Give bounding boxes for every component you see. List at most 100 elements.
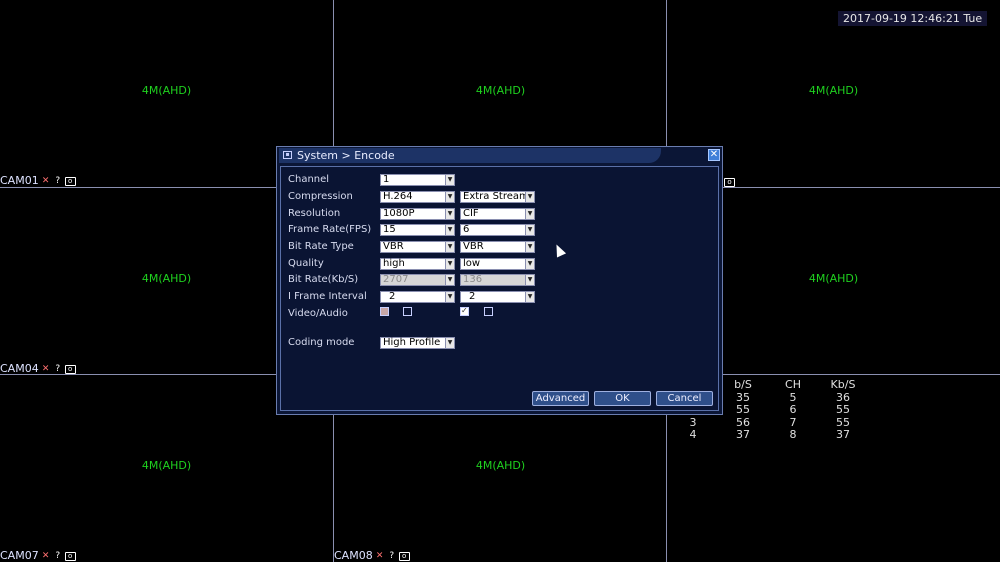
fps-label: Frame Rate(FPS) [288, 224, 372, 235]
mute-icon: ✕ [375, 550, 384, 561]
select-value: CIF [463, 208, 479, 219]
bitrate-select: 2707 ▼ [380, 274, 455, 286]
resolution-select[interactable]: 1080P ▼ [380, 208, 455, 220]
chevron-down-icon: ▼ [525, 242, 534, 252]
extra-resolution-select[interactable]: CIF ▼ [460, 208, 535, 220]
chevron-down-icon: ▼ [445, 242, 454, 252]
dialog-title-bar[interactable]: ▪ System > Encode [279, 148, 661, 163]
chevron-down-icon: ▼ [525, 192, 534, 202]
camera-label: CAM08 ✕ ? o [334, 550, 410, 562]
extra-video-checkbox[interactable] [460, 306, 469, 316]
stats-cell: 37 [736, 428, 750, 441]
stats-header-cell: b/S [734, 378, 752, 391]
select-value: 2707 [383, 274, 409, 285]
resolution-label: 4M(AHD) [475, 84, 526, 97]
select-value: 15 [383, 224, 396, 235]
mute-icon: ✕ [41, 363, 50, 374]
iframe-interval-label: I Frame Interval [288, 291, 367, 302]
question-icon: ? [389, 550, 395, 561]
chevron-down-icon: ▼ [445, 192, 454, 202]
chevron-down-icon: ▼ [525, 275, 534, 285]
mute-icon: ✕ [41, 550, 50, 561]
stats-cell: 6 [789, 403, 797, 416]
camera-label: CAM04 ✕ ? o [0, 363, 76, 375]
stats-cell: 55 [836, 403, 850, 416]
close-icon[interactable]: ✕ [708, 149, 720, 161]
main-audio-checkbox[interactable] [403, 307, 412, 316]
resolution-label: 4M(AHD) [808, 84, 859, 97]
iframe-interval-select[interactable]: 2 ▼ [380, 291, 455, 303]
camera-name: CAM04 [0, 362, 39, 375]
camera-label: o [724, 178, 735, 187]
extra-quality-select[interactable]: low ▼ [460, 258, 535, 270]
extra-compression-select[interactable]: Extra Stream ▼ [460, 191, 535, 203]
fps-select[interactable]: 15 ▼ [380, 224, 455, 236]
select-value: 6 [463, 224, 470, 235]
chevron-down-icon: ▼ [445, 338, 454, 348]
select-value: 2 [389, 291, 396, 302]
camera-name: CAM08 [334, 549, 373, 562]
cancel-button[interactable]: Cancel [656, 391, 713, 406]
extra-bitrate-select: 136 ▼ [460, 274, 535, 286]
camera-icon: o [64, 551, 76, 561]
mute-icon: ✕ [41, 175, 50, 186]
select-value: 2 [469, 291, 476, 302]
select-value: low [463, 258, 481, 269]
video-audio-label: Video/Audio [288, 308, 348, 319]
bitrate-type-select[interactable]: VBR ▼ [380, 241, 455, 253]
camera-icon: o [64, 176, 76, 186]
chevron-down-icon: ▼ [525, 209, 534, 219]
select-value: H.264 [383, 191, 413, 202]
compression-label: Compression [288, 191, 353, 202]
camera-label: CAM07 ✕ ? o [0, 550, 76, 562]
resolution-label: 4M(AHD) [141, 84, 192, 97]
chevron-down-icon: ▼ [445, 209, 454, 219]
channel-select[interactable]: 1 ▼ [380, 174, 455, 186]
main-video-checkbox [380, 307, 389, 316]
chevron-down-icon: ▼ [445, 275, 454, 285]
compression-select[interactable]: H.264 ▼ [380, 191, 455, 203]
select-value: 136 [463, 274, 483, 285]
bitrate-type-label: Bit Rate Type [288, 241, 354, 252]
datetime-display: 2017-09-19 12:46:21 Tue [838, 11, 988, 26]
quality-label: Quality [288, 258, 324, 269]
stats-row: 4 37 8 37 [668, 428, 868, 442]
camera-label: CAM01 ✕ ? o [0, 175, 76, 187]
chevron-down-icon: ▼ [525, 292, 534, 302]
stats-header-cell: Kb/S [830, 378, 856, 391]
camera-name: CAM07 [0, 549, 39, 562]
ok-button[interactable]: OK [594, 391, 651, 406]
stats-header-cell: CH [785, 378, 801, 391]
camera-icon: o [398, 551, 410, 561]
coding-mode-select[interactable]: High Profile ▼ [380, 337, 455, 349]
stats-cell: 4 [689, 428, 697, 441]
question-icon: ? [55, 550, 61, 561]
channel-label: Channel [288, 174, 330, 185]
chevron-down-icon: ▼ [445, 175, 454, 185]
select-value: 1 [383, 174, 390, 185]
chevron-down-icon: ▼ [445, 292, 454, 302]
question-icon: ? [55, 363, 61, 374]
extra-fps-select[interactable]: 6 ▼ [460, 224, 535, 236]
extra-audio-checkbox[interactable] [484, 307, 493, 316]
extra-bitrate-type-select[interactable]: VBR ▼ [460, 241, 535, 253]
stats-cell: 8 [789, 428, 797, 441]
select-value: VBR [463, 241, 484, 252]
resolution-label: 4M(AHD) [475, 459, 526, 472]
settings-icon: ▪ [283, 151, 292, 159]
camera-icon: o [64, 364, 76, 374]
extra-iframe-interval-select[interactable]: 2 ▼ [460, 291, 535, 303]
chevron-down-icon: ▼ [525, 259, 534, 269]
select-value: Extra Stream [463, 191, 529, 202]
resolution-label: Resolution [288, 208, 341, 219]
chevron-down-icon: ▼ [445, 225, 454, 235]
question-icon: ? [55, 175, 61, 186]
select-value: 1080P [383, 208, 415, 219]
stats-cell: 37 [836, 428, 850, 441]
dialog-title: System > Encode [297, 149, 395, 162]
advanced-button[interactable]: Advanced [532, 391, 589, 406]
select-value: VBR [383, 241, 404, 252]
quality-select[interactable]: high ▼ [380, 258, 455, 270]
stats-cell: 55 [736, 403, 750, 416]
coding-mode-label: Coding mode [288, 337, 355, 348]
